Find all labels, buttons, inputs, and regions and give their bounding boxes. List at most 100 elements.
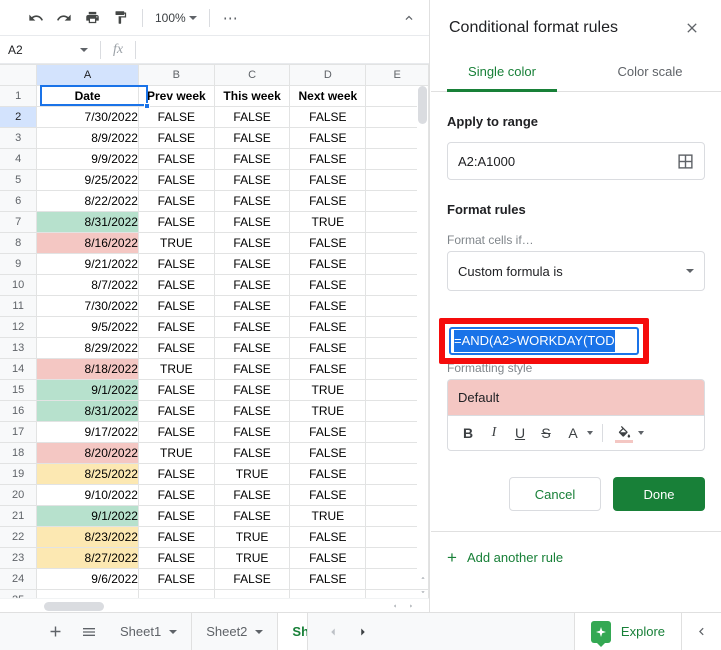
- cell-b23[interactable]: FALSE: [137, 547, 215, 569]
- cell-b10[interactable]: FALSE: [137, 274, 215, 296]
- cell-d13[interactable]: FALSE: [289, 337, 367, 359]
- cell-a13[interactable]: 8/29/2022: [36, 337, 139, 359]
- cell-a4[interactable]: 9/9/2022: [36, 148, 139, 170]
- paint-format-icon[interactable]: [106, 5, 134, 31]
- cell-d12[interactable]: FALSE: [289, 316, 367, 338]
- cell-d23[interactable]: FALSE: [289, 547, 367, 569]
- row-header[interactable]: 22: [0, 526, 38, 548]
- cell-b19[interactable]: FALSE: [137, 463, 215, 485]
- cell-c11[interactable]: FALSE: [213, 295, 291, 317]
- formula-input[interactable]: [136, 36, 429, 64]
- tab-single-color[interactable]: Single color: [447, 55, 557, 92]
- cell-c21[interactable]: FALSE: [213, 505, 291, 527]
- cell-a1[interactable]: Date: [36, 85, 139, 107]
- cell-d19[interactable]: FALSE: [289, 463, 367, 485]
- cell-b6[interactable]: FALSE: [137, 190, 215, 212]
- column-header-d[interactable]: D: [289, 64, 367, 86]
- cell-d15[interactable]: TRUE: [289, 379, 367, 401]
- row-header[interactable]: 19: [0, 463, 38, 485]
- cell-b8[interactable]: TRUE: [137, 232, 215, 254]
- cell-d20[interactable]: FALSE: [289, 484, 367, 506]
- row-header[interactable]: 16: [0, 400, 38, 422]
- undo-icon[interactable]: [22, 5, 50, 31]
- cell-d2[interactable]: FALSE: [289, 106, 367, 128]
- more-options-button[interactable]: ⋯: [218, 6, 244, 30]
- add-sheet-button[interactable]: [38, 613, 72, 650]
- cell-d7[interactable]: TRUE: [289, 211, 367, 233]
- cell-d10[interactable]: FALSE: [289, 274, 367, 296]
- cell-c19[interactable]: TRUE: [213, 463, 291, 485]
- cell-d17[interactable]: FALSE: [289, 421, 367, 443]
- collapse-menu-icon[interactable]: [397, 7, 421, 29]
- cell-d16[interactable]: TRUE: [289, 400, 367, 422]
- cell-a17[interactable]: 9/17/2022: [36, 421, 139, 443]
- row-header[interactable]: 3: [0, 127, 38, 149]
- italic-button[interactable]: I: [482, 420, 506, 446]
- cell-d24[interactable]: FALSE: [289, 568, 367, 590]
- cell-c24[interactable]: FALSE: [213, 568, 291, 590]
- cell-c1[interactable]: This week: [213, 85, 291, 107]
- cell-b21[interactable]: FALSE: [137, 505, 215, 527]
- close-icon[interactable]: [679, 15, 705, 41]
- cell-a12[interactable]: 9/5/2022: [36, 316, 139, 338]
- row-header[interactable]: 1: [0, 85, 38, 107]
- cell-a15[interactable]: 9/1/2022: [36, 379, 139, 401]
- cell-b3[interactable]: FALSE: [137, 127, 215, 149]
- horizontal-scrollbar[interactable]: [0, 598, 429, 612]
- cell-c2[interactable]: FALSE: [213, 106, 291, 128]
- vertical-scrollbar[interactable]: [417, 86, 428, 578]
- fill-color-button[interactable]: [611, 420, 645, 446]
- strikethrough-button[interactable]: S: [534, 420, 558, 446]
- cell-c7[interactable]: FALSE: [213, 211, 291, 233]
- cell-b2[interactable]: FALSE: [137, 106, 215, 128]
- cell-d9[interactable]: FALSE: [289, 253, 367, 275]
- column-header-e[interactable]: E: [365, 64, 429, 86]
- column-header-a[interactable]: A: [36, 64, 139, 86]
- cell-d6[interactable]: FALSE: [289, 190, 367, 212]
- prev-sheet-icon[interactable]: [320, 619, 346, 645]
- cell-a8[interactable]: 8/16/2022: [36, 232, 139, 254]
- column-header-b[interactable]: B: [137, 64, 215, 86]
- cell-a20[interactable]: 9/10/2022: [36, 484, 139, 506]
- cell-d14[interactable]: FALSE: [289, 358, 367, 380]
- row-header[interactable]: 4: [0, 148, 38, 170]
- sheet-tab-sheet1[interactable]: Sheet1: [106, 612, 193, 650]
- cell-c12[interactable]: FALSE: [213, 316, 291, 338]
- scroll-down-icon[interactable]: [417, 585, 428, 598]
- cell-b13[interactable]: FALSE: [137, 337, 215, 359]
- cell-a19[interactable]: 8/25/2022: [36, 463, 139, 485]
- cell-c4[interactable]: FALSE: [213, 148, 291, 170]
- cell-a18[interactable]: 8/20/2022: [36, 442, 139, 464]
- cell-c18[interactable]: FALSE: [213, 442, 291, 464]
- column-header-c[interactable]: C: [213, 64, 291, 86]
- explore-button[interactable]: Explore: [573, 612, 681, 650]
- cell-a7[interactable]: 8/31/2022: [36, 211, 139, 233]
- cell-d11[interactable]: FALSE: [289, 295, 367, 317]
- cell-a24[interactable]: 9/6/2022: [36, 568, 139, 590]
- cell-a22[interactable]: 8/23/2022: [36, 526, 139, 548]
- cell-b22[interactable]: FALSE: [137, 526, 215, 548]
- cell-c5[interactable]: FALSE: [213, 169, 291, 191]
- chevron-down-icon[interactable]: [169, 629, 178, 634]
- cell-b16[interactable]: FALSE: [137, 400, 215, 422]
- next-sheet-icon[interactable]: [350, 619, 376, 645]
- cell-b14[interactable]: TRUE: [137, 358, 215, 380]
- underline-button[interactable]: U: [508, 420, 532, 446]
- cell-d1[interactable]: Next week: [289, 85, 367, 107]
- cell-c15[interactable]: FALSE: [213, 379, 291, 401]
- cell-c8[interactable]: FALSE: [213, 232, 291, 254]
- cell-a21[interactable]: 9/1/2022: [36, 505, 139, 527]
- cell-b15[interactable]: FALSE: [137, 379, 215, 401]
- cell-d8[interactable]: FALSE: [289, 232, 367, 254]
- row-header[interactable]: 8: [0, 232, 38, 254]
- cell-b20[interactable]: FALSE: [137, 484, 215, 506]
- add-another-rule-button[interactable]: + Add another rule: [447, 549, 705, 566]
- horizontal-scroll-thumb[interactable]: [44, 602, 104, 611]
- cell-a16[interactable]: 8/31/2022: [36, 400, 139, 422]
- zoom-selector[interactable]: 100%: [151, 9, 201, 27]
- cell-d3[interactable]: FALSE: [289, 127, 367, 149]
- cell-b17[interactable]: FALSE: [137, 421, 215, 443]
- cancel-button[interactable]: Cancel: [509, 477, 601, 511]
- cell-c16[interactable]: FALSE: [213, 400, 291, 422]
- cell-b7[interactable]: FALSE: [137, 211, 215, 233]
